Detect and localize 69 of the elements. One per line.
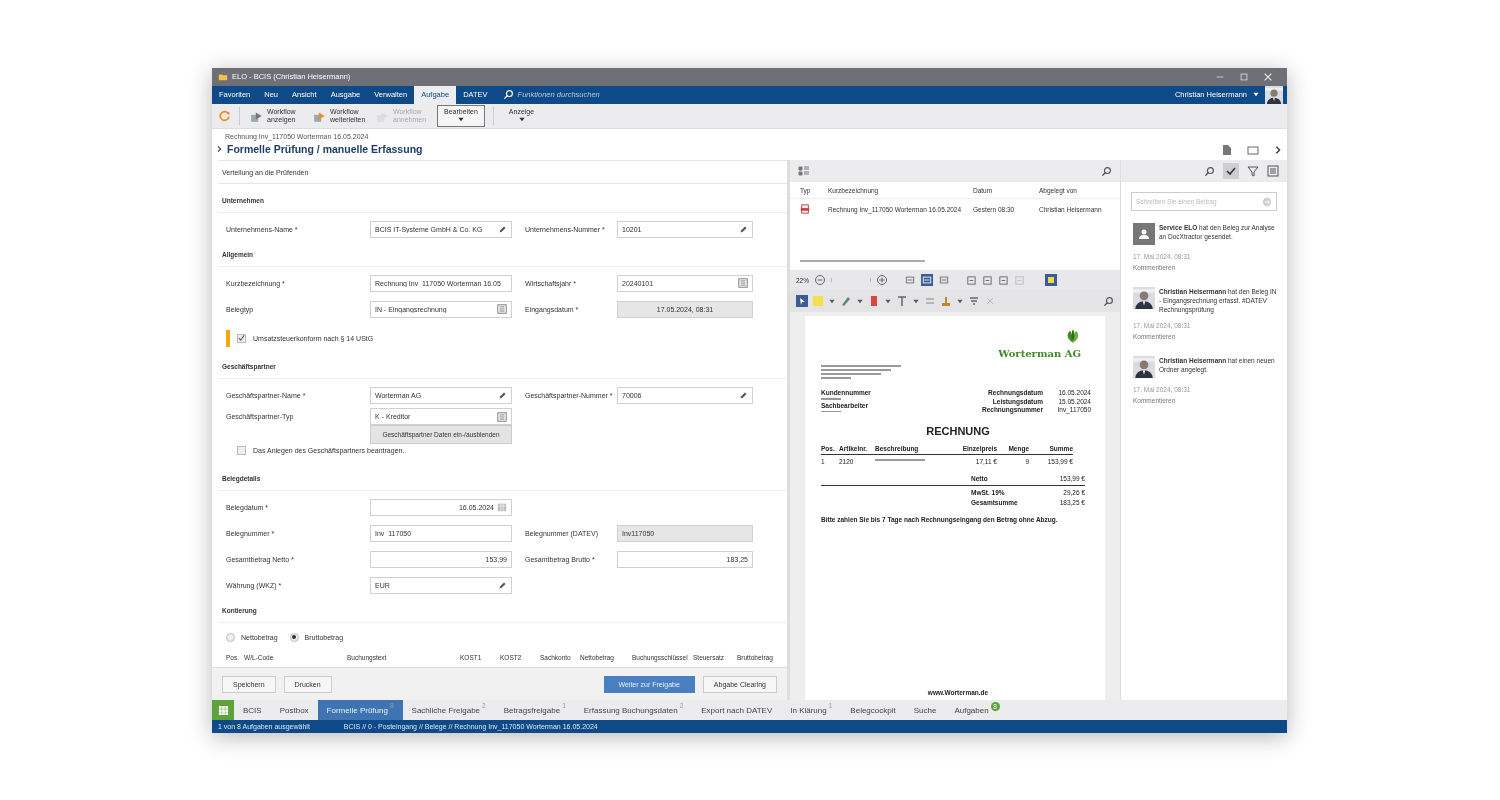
task-tab[interactable]: BCIS — [234, 700, 271, 721]
zoom-out-icon[interactable] — [814, 274, 826, 287]
caret-icon — [1252, 91, 1260, 99]
maximize-icon[interactable] — [1239, 71, 1249, 82]
filter-tool-icon[interactable] — [968, 295, 980, 308]
rotate-left-icon[interactable] — [966, 274, 977, 286]
note-icon[interactable] — [1045, 274, 1057, 287]
checkmark-icon — [238, 334, 245, 343]
invoice-title: RECHNUNG — [925, 425, 991, 438]
list-view-icon[interactable] — [1267, 165, 1279, 178]
fit-icon — [939, 275, 949, 286]
highlighter-icon[interactable] — [868, 295, 880, 308]
caret-icon — [517, 116, 526, 124]
radio-button[interactable] — [289, 632, 299, 642]
fit-icon — [905, 275, 915, 286]
calendar-icon[interactable] — [497, 502, 507, 513]
avatar — [1133, 356, 1155, 379]
task-tab[interactable]: Postbox — [270, 700, 318, 721]
caret-icon — [884, 297, 892, 305]
task-tab[interactable]: Suche — [904, 700, 946, 721]
task-tab[interactable]: Belegcockpit — [841, 700, 905, 721]
document-icon[interactable] — [1221, 144, 1233, 157]
caret-icon — [856, 297, 864, 305]
apps-button[interactable] — [212, 700, 234, 721]
grid-icon — [217, 704, 229, 716]
pencil-icon[interactable] — [498, 224, 507, 234]
search-icon[interactable] — [1103, 295, 1114, 307]
search-icon[interactable] — [1101, 165, 1112, 177]
rotate-right-icon[interactable] — [982, 274, 993, 286]
list-icon[interactable] — [497, 304, 507, 315]
caret-icon — [912, 297, 920, 305]
view-mode-button[interactable] — [938, 274, 950, 287]
text-tool-icon[interactable] — [896, 295, 908, 308]
pencil-icon[interactable] — [739, 390, 748, 400]
task-tab[interactable]: Export nach DATEV — [692, 700, 782, 721]
marker-icon[interactable] — [840, 295, 852, 308]
company-name: Worterman AG — [998, 348, 1081, 360]
caret-icon — [956, 297, 964, 305]
panel-icon[interactable] — [1247, 144, 1259, 157]
search-icon[interactable] — [502, 89, 514, 101]
pencil-icon[interactable] — [498, 390, 507, 400]
view-mode-button[interactable] — [904, 274, 916, 287]
chevron-icon[interactable] — [216, 144, 224, 155]
checkbox[interactable] — [237, 333, 246, 343]
fit-icon — [922, 275, 932, 286]
leaf-logo-icon — [1065, 328, 1081, 345]
copy-icon[interactable] — [998, 274, 1009, 286]
pointer-icon[interactable] — [796, 295, 808, 308]
search-icon[interactable] — [1204, 165, 1215, 177]
view-mode-button[interactable] — [921, 274, 933, 287]
stamp-icon[interactable] — [940, 295, 952, 308]
filter-icon[interactable] — [1247, 165, 1259, 178]
pencil-icon[interactable] — [498, 580, 507, 590]
refresh-icon[interactable] — [218, 109, 231, 123]
layout-icon[interactable] — [798, 165, 810, 178]
page-title: Formelle Prüfung / manuelle Erfassung — [227, 143, 423, 156]
list-icon[interactable] — [738, 278, 748, 289]
caret-icon — [828, 297, 836, 305]
check-icon[interactable] — [1225, 165, 1237, 178]
pdf-icon — [800, 204, 810, 215]
list-icon[interactable] — [497, 411, 507, 422]
avatar — [1133, 287, 1155, 310]
radio-button[interactable] — [226, 632, 235, 642]
checkbox[interactable] — [237, 445, 246, 455]
avatar — [1133, 223, 1155, 246]
pencil-icon[interactable] — [739, 224, 748, 234]
close-icon[interactable] — [1263, 71, 1273, 82]
caret-icon — [456, 116, 465, 124]
zoom-in-icon[interactable] — [876, 274, 888, 287]
